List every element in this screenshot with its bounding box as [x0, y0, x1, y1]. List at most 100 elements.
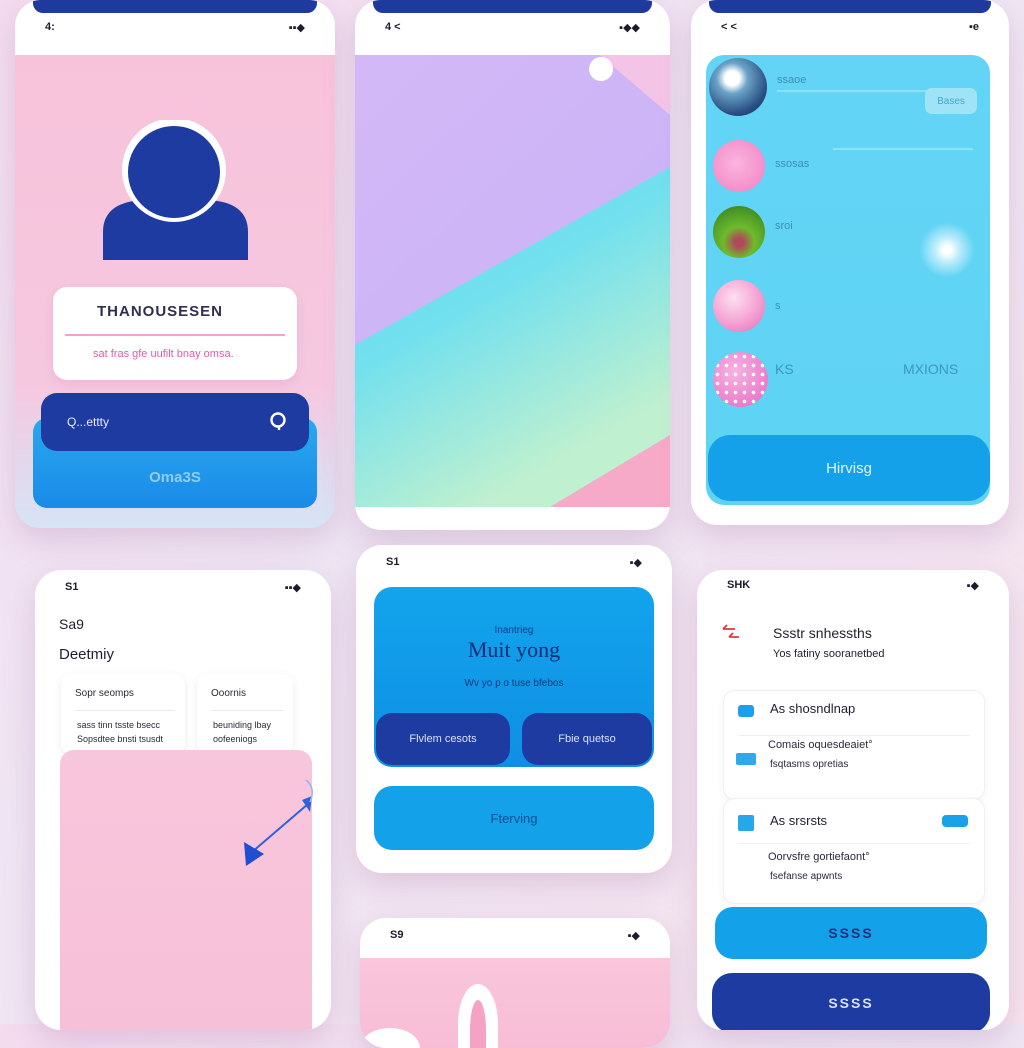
card-line: Sopsdtee bnsti tsusdt [77, 734, 164, 744]
status-icons: ▪e [968, 21, 979, 33]
card-title: THANOUSESEN [97, 303, 224, 320]
list-item-title: ssaoe [777, 74, 807, 86]
secondary-button-label: Fbie quetso [558, 733, 616, 745]
settings-section[interactable]: As srsrsts Oorvsfre gortiefaont° fsefans… [723, 798, 985, 904]
search-bar[interactable]: Q...ettty [41, 393, 309, 451]
screen-hero: S1 ▪◆ Inantrieg Muit yong Wv yo p o tuse… [356, 545, 672, 873]
status-time: S1 [386, 556, 400, 568]
back-arrow-icon[interactable] [717, 620, 747, 650]
card-divider [65, 334, 285, 336]
hero-eyebrow: Inantrieg [494, 625, 534, 636]
avatar [713, 352, 768, 407]
primary-button[interactable]: Fterving [374, 786, 654, 850]
screen-peek: S9 ▪◆ [360, 918, 670, 1048]
card-line: sass tinn tsste bsecc [77, 720, 161, 730]
card-title: Sopr seomps [75, 688, 134, 699]
notch [33, 0, 317, 13]
list-item-title: s [775, 300, 781, 312]
secondary-button-label: Flvlem cesots [409, 733, 477, 745]
pink-banner [360, 958, 670, 1048]
info-card[interactable]: Ooornis beuniding lbay oofeeniogs [197, 674, 293, 754]
avatar [709, 58, 767, 116]
info-card: THANOUSESEN sat fras gfe uufilt bnay oms… [53, 287, 297, 380]
section-divider [738, 843, 970, 844]
page-title: Deetmiy [59, 646, 115, 663]
primary-button-label: SSSS [828, 925, 874, 941]
section-title: As srsrsts [770, 813, 828, 828]
status-time: 4 < [385, 21, 401, 33]
header-subtitle: Yos fatiny sooranetbed [773, 648, 885, 660]
list-divider [777, 90, 929, 92]
avatar [713, 140, 765, 192]
avatar [713, 206, 765, 258]
dandelion-icon [919, 222, 975, 278]
secondary-button[interactable]: SSSS [712, 973, 990, 1030]
section-line: Comais oquesdeaiet° [768, 739, 873, 751]
toggle-switch[interactable] [942, 815, 968, 827]
screen-list: < < ▪e ssaoe Bases ssosas sroi s KS MXIO… [691, 0, 1009, 525]
status-time: 4: [45, 21, 55, 33]
hero-title: Muit yong [467, 637, 561, 662]
section-line: fsqtasms opretias [770, 759, 849, 770]
list-item-title: ssosas [775, 158, 810, 170]
card-subtitle: sat fras gfe uufilt bnay omsa. [93, 348, 234, 360]
section-line: fsefanse apwnts [770, 871, 843, 882]
secondary-button[interactable]: Flvlem cesots [376, 713, 510, 765]
avatar-icon [103, 118, 248, 260]
search-input[interactable]: Q...ettty [67, 415, 109, 429]
status-bar: S1 ▪◆ [356, 551, 672, 573]
list-item[interactable]: s [713, 280, 983, 334]
card-line: beuniding lbay [213, 720, 272, 730]
cloud-shape [360, 1028, 420, 1048]
screen-gradient: 4 < ▪◆◆ [355, 0, 670, 530]
list-item-title: sroi [775, 220, 793, 232]
primary-button-label: Hirvisg [826, 459, 872, 477]
card-line: oofeeniogs [213, 734, 258, 744]
status-icons: ▪◆ [966, 579, 979, 592]
status-icons: ▪◆ [629, 556, 642, 569]
status-icons: ▪◆◆ [619, 21, 640, 34]
card-icon [738, 815, 754, 831]
primary-button[interactable]: SSSS [715, 907, 987, 959]
search-icon[interactable] [269, 411, 289, 431]
screen-settings: SHK ▪◆ Ssstr snhessths Yos fatiny sooran… [697, 570, 1009, 1030]
secondary-button[interactable]: Fbie quetso [522, 713, 652, 765]
card-divider [211, 710, 283, 711]
secondary-button-label: SSSS [828, 995, 874, 1011]
screen-profile: 4: ▪▪◆ THANOUSESEN sat fras gfe uufilt b… [15, 0, 335, 528]
list-item[interactable]: ssaoe Bases [709, 58, 989, 120]
primary-button-label: Oma3S [149, 469, 201, 486]
status-time: < < [721, 21, 737, 33]
pill-button-label: Bases [937, 95, 965, 107]
list-item[interactable]: ssosas [713, 140, 983, 194]
status-bar: 4: ▪▪◆ [15, 16, 335, 38]
notch [373, 0, 652, 13]
list-item[interactable]: KS MXIONS [713, 352, 983, 410]
status-icons: ▪▪◆ [284, 581, 301, 594]
pointer-icon [244, 779, 313, 866]
settings-section[interactable]: As shosndlnap Comais oquesdeaiet° fsqtas… [723, 690, 985, 800]
status-time: S9 [390, 929, 404, 941]
chat-icon [738, 705, 754, 717]
ear-inner [470, 1000, 486, 1048]
status-icons: ▪◆ [627, 929, 640, 942]
card-divider [75, 710, 175, 711]
section-line: Oorvsfre gortiefaont° [768, 851, 870, 863]
status-time: SHK [727, 579, 751, 591]
pill-button[interactable]: Bases [925, 88, 977, 114]
pink-panel [60, 750, 313, 1030]
notch [709, 0, 991, 13]
status-bar: S1 ▪▪◆ [35, 576, 331, 598]
status-bar: SHK ▪◆ [697, 574, 1009, 596]
status-time: S1 [65, 581, 79, 593]
primary-button-label: Fterving [490, 810, 538, 826]
status-bar: S9 ▪◆ [360, 924, 670, 946]
info-card[interactable]: Sopr seomps sass tinn tsste bsecc Sopsdt… [61, 674, 185, 754]
bunny-ear-icon [458, 984, 498, 1048]
status-bar: 4 < ▪◆◆ [355, 16, 670, 38]
section-divider [738, 735, 970, 736]
card-title: Ooornis [211, 688, 247, 699]
primary-button[interactable]: Hirvisg [708, 435, 990, 501]
list-icon [736, 753, 756, 765]
list-divider [833, 148, 973, 150]
